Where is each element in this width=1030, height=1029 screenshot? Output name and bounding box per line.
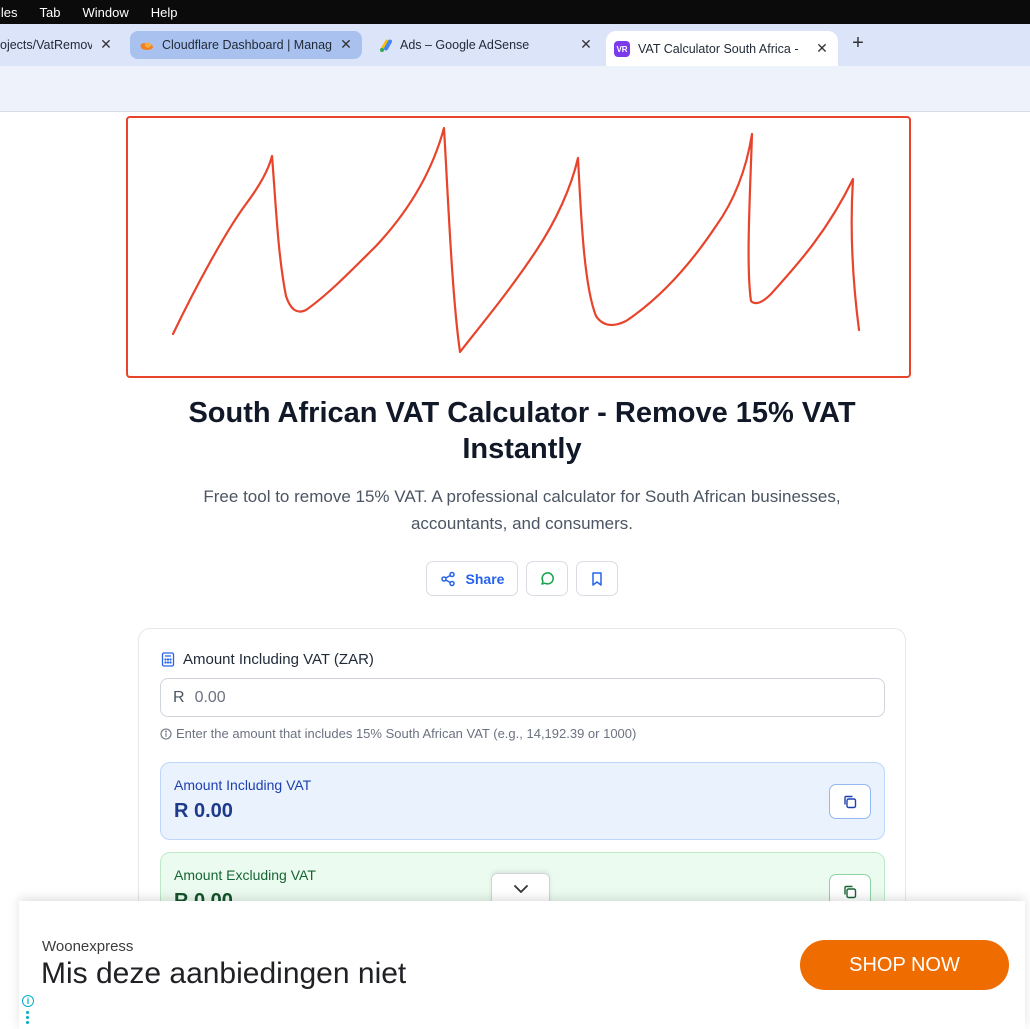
result-value: R 0.00: [174, 800, 233, 822]
ad-advertiser: Woonexpress: [42, 938, 134, 955]
amount-label-text: Amount Including VAT (ZAR): [183, 651, 374, 668]
copy-button[interactable]: [829, 784, 871, 819]
menu-tab[interactable]: Tab: [40, 5, 61, 20]
amount-label: Amount Including VAT (ZAR): [161, 651, 374, 668]
tab-title: VAT Calculator South Africa -: [638, 41, 799, 56]
share-button[interactable]: Share: [426, 561, 518, 596]
menu-bar: iles Tab Window Help: [0, 0, 1030, 24]
ad-shop-now-button[interactable]: SHOP NOW: [800, 940, 1009, 990]
amount-hint-text: Enter the amount that includes 15% South…: [176, 726, 637, 741]
amount-input[interactable]: [194, 688, 835, 707]
copy-icon: [842, 884, 858, 900]
bookmark-icon: [589, 571, 605, 587]
close-icon[interactable]: ✕: [338, 36, 354, 52]
ad-info-icon[interactable]: i: [22, 995, 34, 1007]
whatsapp-button[interactable]: [526, 561, 568, 596]
page-title: South African VAT Calculator - Remove 15…: [188, 397, 856, 465]
amount-hint: Enter the amount that includes 15% South…: [160, 726, 636, 741]
copy-icon: [842, 794, 858, 810]
ad-headline[interactable]: Mis deze aanbiedingen niet: [41, 957, 406, 991]
tab-strip: ojects/VatRemov ✕ Cloudflare Dashboard |…: [0, 24, 1030, 66]
bookmark-button[interactable]: [576, 561, 618, 596]
amount-input-wrapper: R: [160, 678, 885, 717]
close-icon[interactable]: ✕: [98, 36, 114, 52]
page-subtitle: Free tool to remove 15% VAT. A professio…: [203, 487, 841, 533]
tab-title: Ads – Google AdSense: [400, 38, 530, 52]
new-tab-button[interactable]: +: [847, 32, 869, 54]
currency-prefix: R: [173, 688, 185, 706]
adsense-icon: [378, 37, 394, 53]
close-icon[interactable]: ✕: [578, 36, 594, 52]
ad-collapse-button[interactable]: [491, 873, 550, 903]
cloudflare-icon: [138, 37, 154, 53]
tab-adsense[interactable]: Ads – Google AdSense ✕: [370, 31, 602, 59]
share-label: Share: [465, 570, 505, 587]
tab-title: Cloudflare Dashboard | Manag: [162, 38, 332, 52]
chevron-down-icon: [513, 884, 529, 894]
red-annotation-sketch: [126, 116, 911, 378]
tab-vat-calculator[interactable]: VR VAT Calculator South Africa - ✕: [606, 31, 838, 66]
menu-files[interactable]: iles: [0, 5, 18, 20]
tab-title: ojects/VatRemov: [0, 38, 92, 52]
info-icon: [160, 727, 172, 740]
menu-window[interactable]: Window: [82, 5, 128, 20]
result-including-vat: Amount Including VAT R 0.00: [160, 762, 885, 840]
anchor-ad[interactable]: Woonexpress Mis deze aanbiedingen niet S…: [19, 901, 1025, 1029]
ad-menu-icon[interactable]: [26, 1011, 29, 1025]
share-icon: [440, 571, 456, 587]
tab-projects[interactable]: ojects/VatRemov ✕: [0, 31, 122, 59]
menu-help[interactable]: Help: [151, 5, 178, 20]
browser-toolbar: [0, 66, 1030, 112]
calculator-icon: [161, 652, 175, 667]
close-icon[interactable]: ✕: [814, 40, 830, 56]
tab-cloudflare[interactable]: Cloudflare Dashboard | Manag ✕: [130, 31, 362, 59]
vr-icon: VR: [614, 41, 630, 57]
result-label: Amount Excluding VAT: [174, 867, 316, 883]
whatsapp-icon: [539, 571, 555, 587]
result-label: Amount Including VAT: [174, 777, 312, 793]
